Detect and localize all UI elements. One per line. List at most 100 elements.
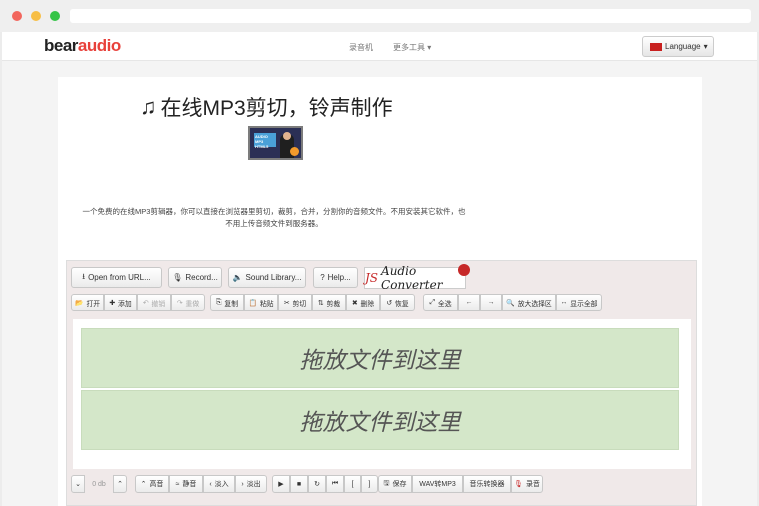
bracket-left-icon: [: [351, 480, 354, 488]
help-button[interactable]: ? Help...: [313, 267, 358, 288]
show-all-label: 显示全部: [570, 300, 598, 308]
undo-label: 撤销: [151, 300, 166, 308]
zoom-selection-label: 放大选择区: [517, 300, 552, 308]
waveform-area: 拖放文件到这里 拖放文件到这里: [73, 319, 691, 469]
record-button[interactable]: 🎙 Record...: [168, 267, 222, 288]
language-button[interactable]: Language ▾: [642, 36, 714, 57]
trim-icon: ⇅: [317, 299, 324, 307]
fade-out-button[interactable]: › 淡出: [235, 475, 267, 493]
zoom-selection-button[interactable]: 🔍 放大选择区: [502, 294, 556, 311]
loop-button[interactable]: ↻: [308, 475, 326, 493]
main-content: ♫ 在线MP3剪切，铃声制作 AUDIO MP3 HTML5 一个免费的在线MP…: [58, 77, 702, 506]
close-window-dot[interactable]: [12, 11, 22, 21]
zoom-icon: 🔍: [506, 299, 515, 307]
thumbnail-face: [283, 132, 291, 140]
mute-icon: ≈: [175, 480, 180, 488]
redo-label: 重做: [185, 300, 200, 308]
play-icon: [290, 147, 299, 156]
delete-button[interactable]: ✖ 删除: [346, 294, 380, 311]
js-audio-converter-logo[interactable]: JS Audio Converter: [364, 264, 470, 292]
drop-zone-track-2[interactable]: 拖放文件到这里: [81, 390, 679, 450]
expand-icon: ⤢: [429, 298, 435, 306]
logo-audio-text: audio: [77, 36, 121, 55]
fade-in-button[interactable]: ‹ 淡入: [203, 475, 235, 493]
sound-library-label: Sound Library...: [245, 273, 302, 282]
chevron-down-icon: ▾: [703, 42, 708, 51]
copy-icon: ⎘: [215, 298, 222, 306]
maximize-window-dot[interactable]: [50, 11, 60, 21]
browser-chrome: [0, 0, 759, 32]
language-label: Language: [665, 42, 701, 51]
undo-button[interactable]: ↶ 撤销: [137, 294, 171, 311]
redo-button[interactable]: ↷ 重做: [171, 294, 205, 311]
treble-icon: ⌃: [140, 481, 147, 488]
paste-button[interactable]: 📋 粘贴: [244, 294, 278, 311]
drop-zone-track-1[interactable]: 拖放文件到这里: [81, 328, 679, 388]
address-bar[interactable]: [70, 9, 751, 23]
speaker-icon: 🔈: [232, 273, 243, 282]
copy-button[interactable]: ⎘ 复制: [210, 294, 244, 311]
arrow-right-button[interactable]: →: [480, 294, 502, 311]
microphone-icon: 🎙: [172, 273, 183, 282]
play-button[interactable]: ▶: [272, 475, 290, 493]
treble-button[interactable]: ⌃ 高音: [135, 475, 169, 493]
description-line-1: 一个免费的在线MP3剪辑器，你可以直接在浏览器里剪切，裁剪，合并，分割你的音频文…: [82, 207, 466, 216]
nav-recorder-link[interactable]: 录音机: [349, 42, 373, 53]
stop-icon: ■: [296, 480, 302, 488]
restore-icon: ↺: [386, 299, 393, 307]
save-button[interactable]: 🖫 保存: [378, 475, 412, 493]
paste-icon: 📋: [248, 299, 257, 307]
play-icon: ▶: [278, 481, 284, 488]
wav-to-mp3-button[interactable]: WAV转MP3: [412, 475, 463, 493]
skip-start-icon: ⏮: [331, 480, 339, 487]
audio-converter-text: Audio Converter: [381, 264, 443, 292]
arrow-left-button[interactable]: ←: [458, 294, 480, 311]
stop-button[interactable]: ■: [290, 475, 308, 493]
mark-end-button[interactable]: ]: [361, 475, 378, 493]
mute-button[interactable]: ≈ 静音: [169, 475, 203, 493]
nav-more-tools-link[interactable]: 更多工具 ▾: [393, 42, 431, 53]
mark-start-button[interactable]: [: [344, 475, 361, 493]
bearaudio-logo[interactable]: bearaudio: [44, 36, 121, 56]
redo-icon: ↷: [176, 299, 183, 307]
chevron-down-icon: ⌄: [75, 481, 81, 488]
sound-library-button[interactable]: 🔈 Sound Library...: [228, 267, 306, 288]
arrow-right-icon: →: [487, 299, 495, 306]
description-line-2: 不用上传音频文件到服务器。: [225, 219, 323, 228]
music-converter-button[interactable]: 音乐转换器: [463, 475, 511, 493]
china-flag-icon: [650, 42, 662, 51]
description: 一个免费的在线MP3剪辑器，你可以直接在浏览器里剪切，裁剪，合并，分割你的音频文…: [58, 206, 490, 230]
delete-label: 删除: [360, 300, 375, 308]
show-all-button[interactable]: ↔ 显示全部: [556, 294, 602, 311]
volume-down-button[interactable]: ⌄: [71, 475, 85, 493]
trim-label: 剪裁: [326, 300, 341, 308]
scissors-icon: ✂: [283, 299, 290, 307]
open-button[interactable]: 📂 打开: [71, 294, 104, 311]
trim-button[interactable]: ⇅ 剪裁: [312, 294, 346, 311]
music-converter-label: 音乐转换器: [469, 481, 505, 488]
expand-horizontal-icon: ↔: [560, 299, 568, 306]
skip-start-button[interactable]: ⏮: [326, 475, 344, 493]
add-button[interactable]: ✚ 添加: [104, 294, 137, 311]
minimize-window-dot[interactable]: [31, 11, 41, 21]
chevron-down-icon: ▾: [427, 43, 432, 52]
volume-up-button[interactable]: ⌃: [113, 475, 127, 493]
fade-in-label: 淡入: [214, 481, 229, 488]
add-label: 添加: [118, 300, 132, 308]
recorder-label: 录音: [525, 481, 540, 488]
loop-icon: ↻: [314, 481, 320, 488]
fade-out-icon: ›: [241, 480, 244, 488]
bracket-right-icon: ]: [368, 480, 371, 488]
open-from-url-button[interactable]: ⭳ Open from URL...: [71, 267, 162, 288]
select-all-button[interactable]: ⤢ 全选: [423, 294, 458, 311]
mute-label: 静音: [182, 481, 197, 488]
copy-label: 复制: [224, 300, 239, 308]
restore-button[interactable]: ↺ 恢复: [380, 294, 415, 311]
cut-button[interactable]: ✂ 剪切: [278, 294, 312, 311]
audio-editor: ⭳ Open from URL... 🎙 Record... 🔈 Sound Libr…: [66, 260, 697, 506]
tutorial-video-thumbnail[interactable]: AUDIO MP3 HTML5: [248, 126, 303, 160]
top-navbar: bearaudio 录音机 更多工具 ▾ Language ▾: [2, 32, 757, 61]
recorder-button[interactable]: 🎙 录音: [511, 475, 543, 493]
thumbnail-banner: AUDIO MP3 HTML5: [254, 133, 276, 149]
fade-out-label: 淡出: [246, 481, 261, 488]
